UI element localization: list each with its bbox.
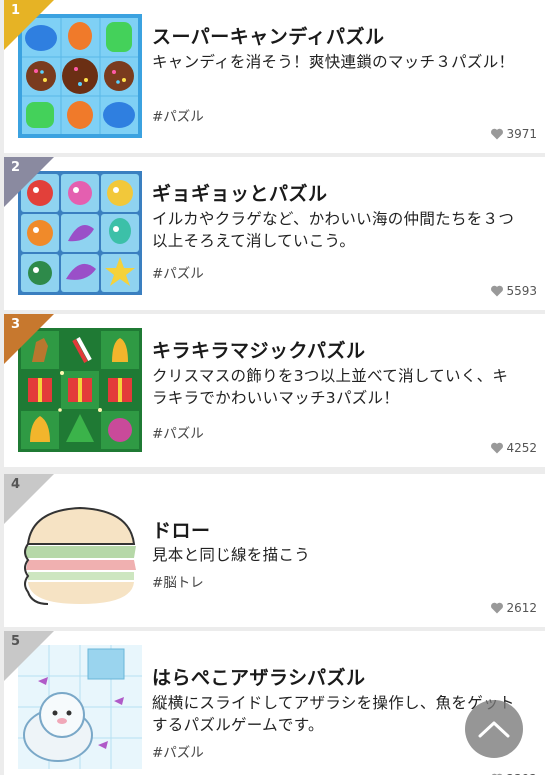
like-count: 4252	[490, 441, 537, 455]
game-description: 見本と同じ線を描こう	[152, 546, 311, 564]
game-tag[interactable]: #パズル	[152, 105, 204, 125]
seal-puzzle-thumbnail	[18, 645, 142, 769]
heart-icon	[491, 285, 504, 297]
chevron-up-icon	[478, 721, 510, 738]
game-tag[interactable]: #パズル	[152, 741, 204, 761]
rank-number: 1	[11, 3, 21, 18]
christmas-puzzle-thumbnail	[18, 328, 142, 452]
like-count-value: 4252	[506, 441, 537, 455]
game-description: キャンディを消そう！爽快連鎖のマッチ３パズル！	[152, 53, 515, 71]
like-count-value: 5593	[506, 284, 537, 298]
game-description: イルカやクラゲなど、かわいい海の仲間たちを３つ以上そろえて消していこう。	[152, 210, 515, 250]
rank-number: 4	[11, 477, 21, 492]
like-count: 5593	[490, 284, 537, 298]
rank-number: 3	[11, 317, 21, 332]
candy-puzzle-thumbnail	[18, 14, 142, 138]
game-card-2[interactable]: 2 ギョギョッとパズル イルカやクラゲなど、かわいい海の仲間たちを３つ以上そろえ…	[4, 157, 545, 310]
game-title[interactable]: キラキラマジックパズル	[152, 336, 366, 363]
sea-creature-puzzle-thumbnail	[18, 171, 142, 295]
heart-icon	[491, 442, 504, 454]
like-count: 3971	[490, 127, 537, 141]
game-title[interactable]: ギョギョッとパズル	[152, 179, 328, 206]
game-card-5[interactable]: 5 はらぺこアザラシパズル 縦横にスライドしてアザラシを操作し、魚をゲットするパ…	[4, 631, 545, 775]
like-count-value: 3971	[506, 127, 537, 141]
heart-icon	[491, 128, 504, 140]
game-card-1[interactable]: 1 スーパーキャンディパズル キャンディを消そう！爽快連鎖のマッチ３パズル！ #…	[4, 0, 545, 153]
game-tag[interactable]: #パズル	[152, 262, 204, 282]
burger-drawing-thumbnail	[18, 488, 142, 612]
game-description: クリスマスの飾りを3つ以上並べて消していく、キラキラでかわいいマッチ3パズル！	[152, 367, 509, 407]
game-tag[interactable]: #パズル	[152, 422, 204, 442]
game-card-3[interactable]: 3 キラキラマジックパズル クリスマスの飾りを3つ以上並べて消していく、キラキラ…	[4, 314, 545, 467]
like-count: 2612	[490, 601, 537, 615]
scroll-to-top-button[interactable]	[465, 700, 523, 758]
game-tag[interactable]: #脳トレ	[152, 571, 204, 591]
game-title[interactable]: ドロー	[152, 516, 211, 543]
like-count-value: 2612	[506, 601, 537, 615]
rank-number: 2	[11, 160, 21, 175]
game-title[interactable]: はらぺこアザラシパズル	[152, 663, 366, 690]
game-title[interactable]: スーパーキャンディパズル	[152, 22, 384, 49]
game-card-4[interactable]: 4 ドロー 見本と同じ線を描こう #脳トレ 2612	[4, 474, 545, 627]
heart-icon	[491, 602, 504, 614]
rank-number: 5	[11, 634, 21, 649]
